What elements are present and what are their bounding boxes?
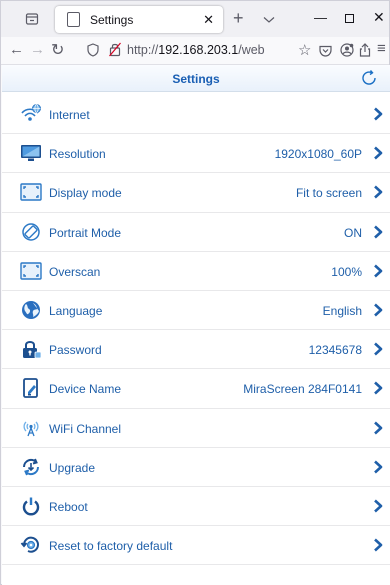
shield-icon[interactable] [87, 43, 99, 62]
close-window-icon[interactable]: ✕ [373, 9, 385, 26]
maximize-icon[interactable] [345, 14, 354, 23]
pocket-icon[interactable] [319, 44, 332, 62]
fit-screen-icon [20, 182, 42, 202]
wifi-globe-icon [20, 104, 42, 124]
setting-row-password[interactable]: Password 12345678 [2, 330, 390, 370]
url-path: /web [238, 43, 265, 57]
device-edit-icon [20, 378, 42, 399]
setting-label: Upgrade [49, 460, 96, 475]
setting-label: Display mode [49, 186, 122, 201]
forward-arrow-icon[interactable]: → [30, 41, 45, 58]
chevron-right-icon[interactable] [373, 146, 383, 165]
power-icon [20, 496, 42, 516]
tab-list-icon[interactable] [21, 8, 43, 30]
tab-title: Settings [90, 12, 134, 27]
setting-row-overscan[interactable]: Overscan 100% [2, 252, 390, 291]
setting-label: Language [49, 303, 103, 318]
antenna-icon [20, 418, 42, 438]
rotate-icon [20, 222, 42, 242]
setting-label: Portrait Mode [49, 225, 122, 240]
insecure-lock-icon[interactable] [109, 42, 121, 62]
chevron-right-icon[interactable] [373, 460, 383, 479]
setting-value: Fit to screen [295, 186, 362, 201]
share-icon[interactable] [359, 43, 371, 62]
upgrade-icon [20, 457, 42, 477]
chevron-right-icon[interactable] [373, 107, 383, 126]
factory-reset-icon [20, 535, 42, 555]
chevron-right-icon[interactable] [373, 538, 383, 557]
chevron-right-icon[interactable] [373, 185, 383, 204]
setting-row-portrait-mode[interactable]: Portrait Mode ON [2, 213, 390, 252]
settings-list: Internet Resolution 1920x1080_60P Displa… [2, 92, 390, 566]
setting-row-display-mode[interactable]: Display mode Fit to screen [2, 173, 390, 213]
navigation-bar: ← → ↻ http://192.168.203.1/web ☆ ≡ [1, 37, 389, 65]
setting-value: 1920x1080_60P [274, 147, 362, 162]
setting-label: Reboot [49, 499, 88, 514]
url-bar[interactable]: http://192.168.203.1/web [127, 43, 291, 57]
setting-row-wifi-channel[interactable]: WiFi Channel [2, 409, 390, 448]
chevron-right-icon[interactable] [373, 342, 383, 361]
chevron-right-icon[interactable] [373, 381, 383, 400]
globe-icon [20, 300, 42, 320]
url-prefix: http:// [127, 43, 159, 57]
page-header: Settings [2, 65, 390, 92]
page-favicon-icon [67, 12, 80, 27]
setting-value: MiraScreen 284F0141 [243, 382, 362, 397]
setting-value: English [322, 303, 362, 318]
back-arrow-icon[interactable]: ← [9, 41, 24, 58]
close-tab-icon[interactable]: ✕ [203, 12, 214, 28]
setting-row-internet[interactable]: Internet [2, 95, 390, 135]
setting-label: Password [49, 343, 102, 358]
chevron-right-icon[interactable] [373, 499, 383, 518]
overscan-icon [20, 261, 42, 281]
account-icon[interactable] [340, 43, 354, 62]
tab-settings[interactable]: Settings ✕ [55, 6, 223, 33]
setting-row-resolution[interactable]: Resolution 1920x1080_60P [2, 134, 390, 174]
setting-label: WiFi Channel [49, 421, 122, 436]
setting-row-device-name[interactable]: Device Name MiraScreen 284F0141 [2, 369, 390, 409]
setting-value: ON [344, 225, 362, 240]
new-tab-icon[interactable]: + [233, 8, 244, 29]
reload-icon[interactable]: ↻ [51, 40, 64, 60]
chevron-down-icon[interactable] [263, 11, 275, 29]
browser-window: Settings ✕ + — ✕ ← → ↻ http://192.168.20… [0, 0, 390, 585]
chevron-right-icon[interactable] [373, 303, 383, 322]
setting-row-reboot[interactable]: Reboot [2, 487, 390, 527]
url-host: 192.168.203.1 [158, 43, 239, 57]
setting-row-language[interactable]: Language English [2, 291, 390, 331]
chevron-right-icon[interactable] [373, 225, 383, 244]
lock-icon [20, 339, 42, 359]
hamburger-menu-icon[interactable]: ≡ [377, 40, 386, 57]
setting-label: Resolution [49, 147, 106, 162]
refresh-icon[interactable] [360, 69, 378, 92]
setting-label: Overscan [49, 264, 101, 279]
setting-label: Internet [49, 108, 90, 122]
page-title: Settings [172, 72, 220, 86]
settings-page: Settings Internet Resolution 1920x1080_6… [2, 65, 390, 585]
setting-value: 12345678 [308, 343, 362, 358]
monitor-icon [20, 143, 42, 163]
minimize-icon[interactable]: — [314, 10, 327, 25]
chevron-right-icon[interactable] [373, 264, 383, 283]
setting-label: Device Name [49, 382, 122, 397]
setting-row-upgrade[interactable]: Upgrade [2, 448, 390, 487]
setting-label: Reset to factory default [49, 539, 173, 554]
setting-row-factory-reset[interactable]: Reset to factory default [2, 526, 390, 566]
tab-strip: Settings ✕ + — ✕ [1, 1, 389, 37]
setting-value: 100% [331, 264, 362, 279]
chevron-right-icon[interactable] [373, 421, 383, 440]
bookmark-star-icon[interactable]: ☆ [298, 41, 311, 59]
